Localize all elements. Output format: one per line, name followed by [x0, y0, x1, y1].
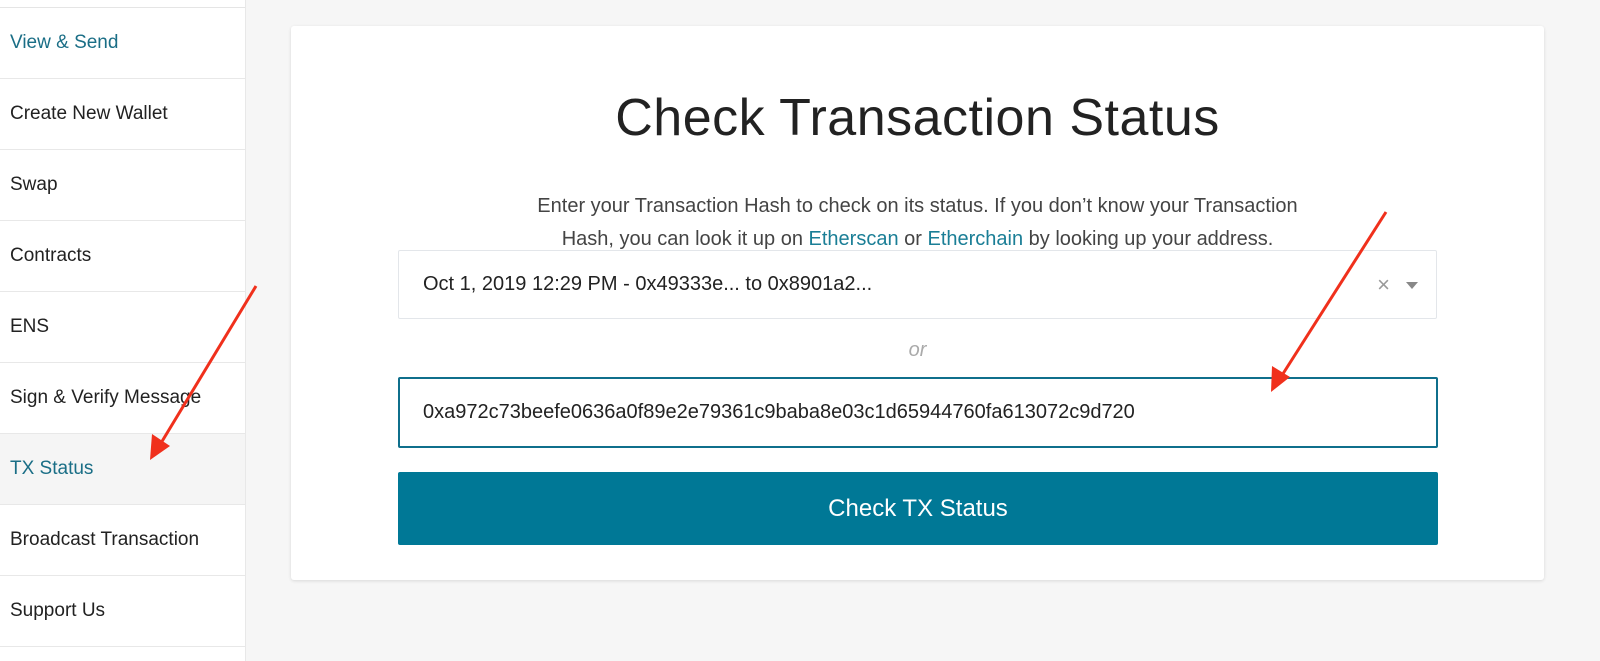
sidebar-item-ens[interactable]: ENS: [0, 292, 245, 363]
tx-status-card: Check Transaction Status Enter your Tran…: [291, 26, 1544, 580]
divider: [0, 0, 245, 8]
text: by looking up your address.: [1023, 228, 1274, 250]
sidebar-item-contracts[interactable]: Contracts: [0, 221, 245, 292]
sidebar-item-sign-verify[interactable]: Sign & Verify Message: [0, 363, 245, 434]
sidebar-item-support[interactable]: Support Us: [0, 576, 245, 647]
sidebar-item-swap[interactable]: Swap: [0, 150, 245, 221]
chevron-down-icon[interactable]: [1406, 282, 1418, 289]
etherscan-link[interactable]: Etherscan: [809, 228, 899, 250]
clear-icon[interactable]: ×: [1377, 272, 1390, 298]
page-title: Check Transaction Status: [615, 89, 1220, 147]
check-tx-status-button[interactable]: Check TX Status: [398, 472, 1438, 545]
text: Hash, you can look it up on: [561, 228, 809, 250]
sidebar-item-broadcast[interactable]: Broadcast Transaction: [0, 505, 245, 576]
or-separator: or: [908, 339, 927, 361]
sidebar-item-create-new-wallet[interactable]: Create New Wallet: [0, 79, 245, 150]
description-line-1: Enter your Transaction Hash to check on …: [537, 195, 1298, 217]
tx-hash-input[interactable]: [398, 377, 1438, 448]
sidebar: View & Send Create New Wallet Swap Contr…: [0, 0, 246, 661]
text: or: [898, 228, 928, 250]
etherchain-link[interactable]: Etherchain: [928, 228, 1024, 250]
selected-value: Oct 1, 2019 12:29 PM - 0x49333e... to 0x…: [423, 273, 873, 295]
description: Enter your Transaction Hash to check on …: [291, 190, 1544, 256]
sidebar-item-tx-status[interactable]: TX Status: [0, 434, 245, 505]
sidebar-item-view-send[interactable]: View & Send: [0, 8, 245, 79]
recent-transaction-select[interactable]: Oct 1, 2019 12:29 PM - 0x49333e... to 0x…: [398, 250, 1437, 319]
